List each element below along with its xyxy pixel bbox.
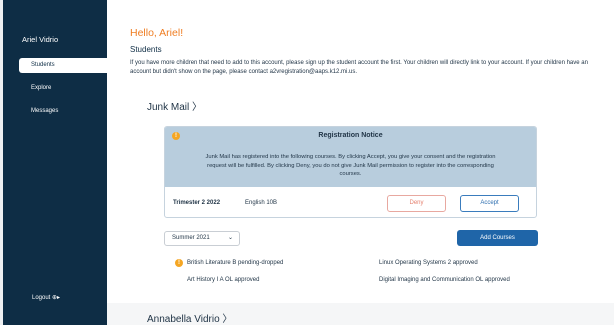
- logout-button[interactable]: Logout ⊕▸: [32, 294, 60, 301]
- chevron-down-icon: ⌄: [227, 235, 233, 241]
- sidebar-item-messages[interactable]: Messages: [3, 104, 107, 119]
- course-term: Trimester 2 2022: [173, 200, 221, 206]
- pending-course-row: Trimester 2 2022 English 10B Deny Accept: [165, 190, 536, 216]
- greeting: Hello, Ariel!: [130, 27, 184, 39]
- term-select[interactable]: Summer 2021 ⌄: [164, 231, 240, 246]
- main-content: Hello, Ariel! Students If you have more …: [107, 0, 614, 325]
- notice-title: Registration Notice: [318, 132, 383, 139]
- child-name-link[interactable]: Junk Mail 〉: [147, 98, 202, 113]
- course-status: British Literature B pending-dropped: [187, 260, 284, 266]
- notice-body: Junk Mail has registered into the follow…: [205, 154, 496, 177]
- notice-header: ! Registration Notice Junk Mail has regi…: [165, 127, 536, 187]
- registration-notice: ! Registration Notice Junk Mail has regi…: [164, 126, 537, 218]
- info-text: If you have more children that need to a…: [130, 60, 588, 75]
- child-section: Annabella Vidrio 〉: [107, 303, 614, 325]
- sidebar: Ariel Vidrio Students Explore Messages L…: [3, 0, 107, 325]
- user-name: Ariel Vidrio: [22, 35, 59, 44]
- accept-button[interactable]: Accept: [460, 195, 519, 212]
- course-name: English 10B: [245, 200, 278, 206]
- page-title: Students: [130, 45, 162, 54]
- warning-icon: !: [175, 259, 183, 267]
- deny-button[interactable]: Deny: [387, 195, 446, 212]
- term-select-value: Summer 2021: [172, 235, 210, 241]
- add-courses-button[interactable]: Add Courses: [457, 230, 538, 246]
- course-status: Art History I A OL approved: [187, 277, 260, 283]
- course-status: Digital Imaging and Communication OL app…: [379, 277, 510, 283]
- sidebar-item-explore[interactable]: Explore: [3, 81, 107, 96]
- course-status: Linux Operating Systems 2 approved: [379, 260, 478, 266]
- sidebar-item-students[interactable]: Students: [19, 58, 107, 73]
- child-name-link[interactable]: Annabella Vidrio 〉: [147, 310, 232, 325]
